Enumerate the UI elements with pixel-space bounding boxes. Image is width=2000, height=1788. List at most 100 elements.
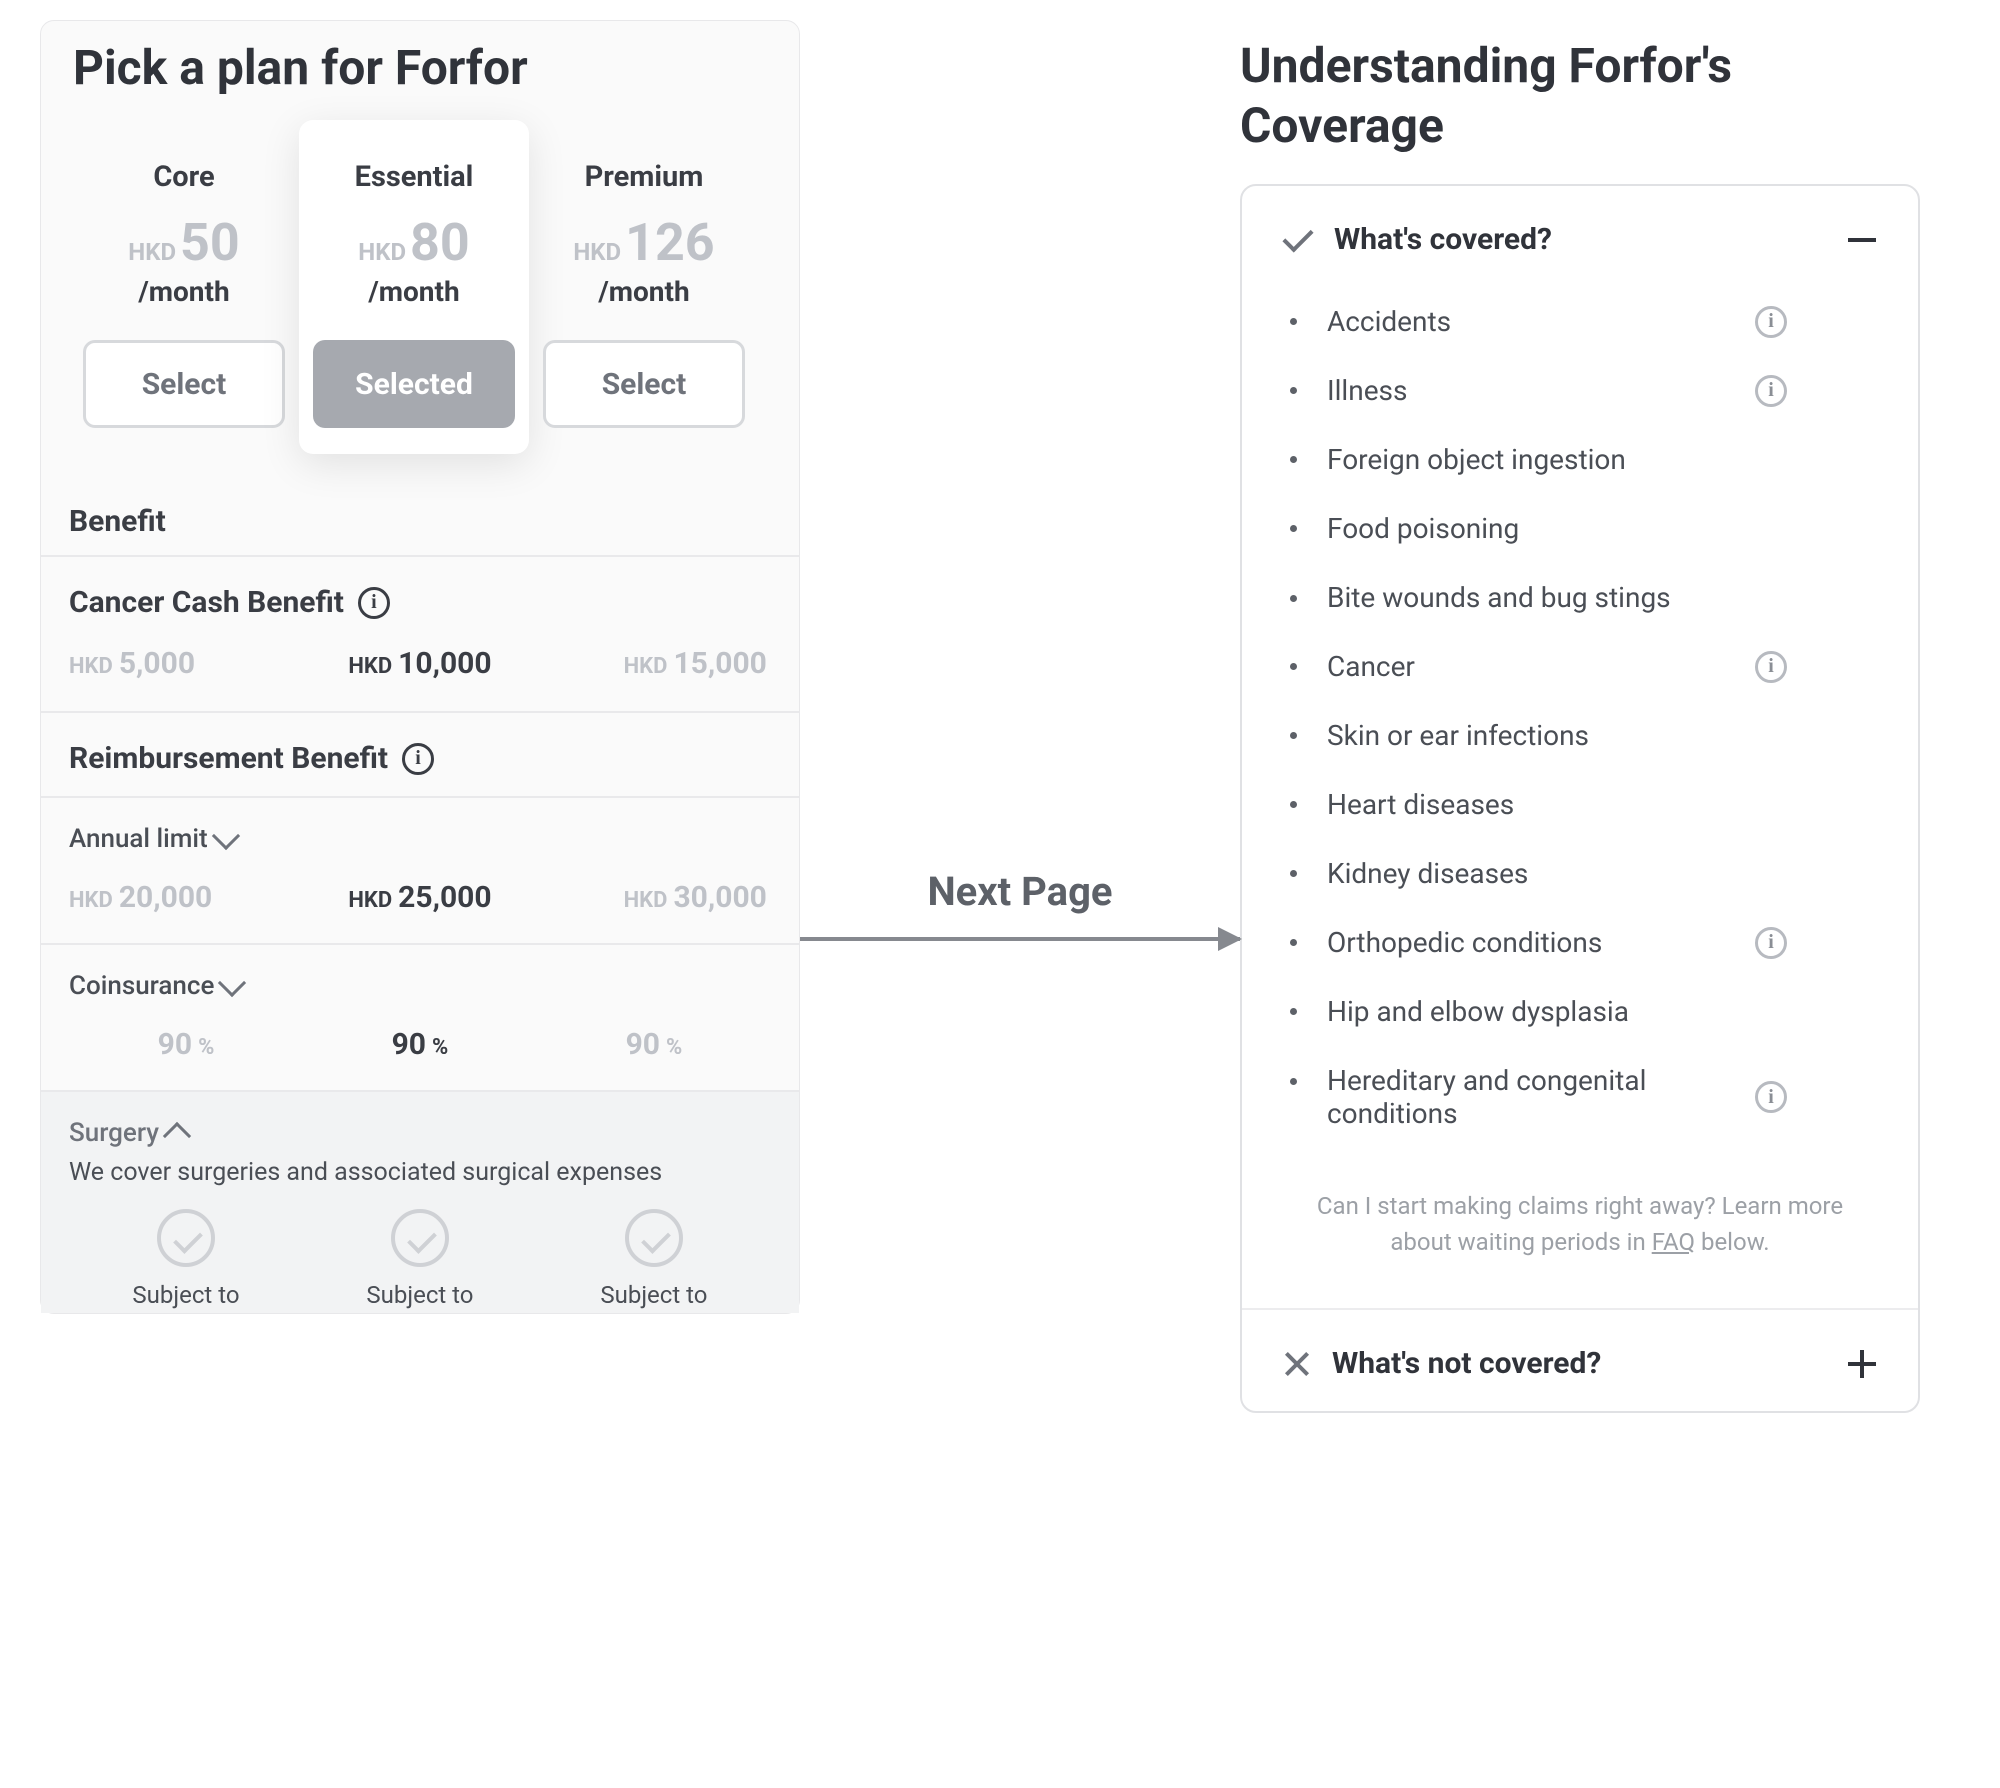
coverage-item-label: Skin or ear infections <box>1327 719 1747 752</box>
whats-covered-header[interactable]: What's covered? <box>1242 186 1918 287</box>
next-page-indicator: Next Page <box>800 20 1240 1788</box>
whats-not-covered-label: What's not covered? <box>1332 1346 1601 1381</box>
arrow-right-icon <box>800 937 1240 941</box>
plan-currency: HKD <box>128 238 176 266</box>
coverage-item-label: Hereditary and congenital conditions <box>1327 1064 1747 1130</box>
bullet-icon <box>1290 318 1297 325</box>
faq-note: Can I start making claims right away? Le… <box>1242 1160 1918 1308</box>
plan-panel: Pick a plan for Forfor Core HKD 50 /mont… <box>40 20 800 1314</box>
coverage-title: Understanding Forfor's Coverage <box>1240 36 1920 156</box>
info-icon[interactable]: i <box>1755 375 1787 407</box>
bullet-icon <box>1290 1078 1297 1085</box>
coverage-item-label: Illness <box>1327 374 1747 407</box>
chevron-down-icon <box>212 822 240 850</box>
coverage-item: Accidentsi <box>1290 287 1876 356</box>
bullet-icon <box>1290 663 1297 670</box>
annual-limit-block: Annual limit HKD20,000 HKD25,000 HKD30,0… <box>41 798 799 945</box>
reimbursement-block: Reimbursement Benefit i <box>41 713 799 798</box>
plan-period: /month <box>543 275 745 308</box>
plan-card-core: Core HKD 50 /month Select <box>69 126 299 448</box>
page-title: Pick a plan for Forfor <box>73 39 799 96</box>
cancer-value-premium: HKD15,000 <box>537 646 771 681</box>
select-button-core[interactable]: Select <box>83 340 285 428</box>
info-icon[interactable]: i <box>358 587 390 619</box>
coverage-item-label: Bite wounds and bug stings <box>1327 581 1747 614</box>
coverage-item-label: Heart diseases <box>1327 788 1747 821</box>
coverage-item: Skin or ear infections <box>1290 701 1876 770</box>
coverage-item: Canceri <box>1290 632 1876 701</box>
plan-period: /month <box>313 275 515 308</box>
info-icon[interactable]: i <box>402 743 434 775</box>
annual-limit-toggle[interactable]: Annual limit <box>69 824 771 854</box>
plan-currency: HKD <box>573 238 621 266</box>
expand-icon <box>1848 1350 1876 1378</box>
chevron-down-icon <box>218 969 246 997</box>
bullet-icon <box>1290 801 1297 808</box>
surgery-cell-premium: Subject to <box>537 1209 771 1309</box>
coinsurance-toggle[interactable]: Coinsurance <box>69 971 771 1001</box>
bullet-icon <box>1290 525 1297 532</box>
coverage-item: Food poisoning <box>1290 494 1876 563</box>
check-circle-icon <box>157 1209 215 1267</box>
annual-values: HKD20,000 HKD25,000 HKD30,000 <box>69 880 771 925</box>
coverage-card: What's covered? AccidentsiIllnessiForeig… <box>1240 184 1920 1413</box>
subject-label: Subject to <box>303 1281 537 1309</box>
surgery-checks: Subject to Subject to Subject to <box>69 1209 771 1309</box>
coverage-item-label: Kidney diseases <box>1327 857 1747 890</box>
plan-name: Premium <box>543 160 745 194</box>
check-circle-icon <box>625 1209 683 1267</box>
coins-value-premium: 90% <box>537 1027 771 1062</box>
annual-value-premium: HKD30,000 <box>537 880 771 915</box>
info-icon[interactable]: i <box>1755 1081 1787 1113</box>
plan-period: /month <box>83 275 285 308</box>
bullet-icon <box>1290 732 1297 739</box>
check-icon <box>1282 221 1313 252</box>
coinsurance-block: Coinsurance 90% 90% 90% <box>41 945 799 1092</box>
plan-price: HKD 50 <box>83 212 285 273</box>
coverage-item: Hereditary and congenital conditionsi <box>1290 1046 1876 1148</box>
plan-price: HKD 80 <box>313 212 515 273</box>
coverage-list: AccidentsiIllnessiForeign object ingesti… <box>1242 287 1918 1160</box>
check-circle-icon <box>391 1209 449 1267</box>
coins-value-core: 90% <box>69 1027 303 1062</box>
selected-button-essential[interactable]: Selected <box>313 340 515 428</box>
coins-value-essential: 90% <box>303 1027 537 1062</box>
faq-link[interactable]: FAQ <box>1652 1228 1695 1256</box>
coverage-item: Foreign object ingestion <box>1290 425 1876 494</box>
bullet-icon <box>1290 387 1297 394</box>
subject-label: Subject to <box>69 1281 303 1309</box>
info-icon[interactable]: i <box>1755 306 1787 338</box>
whats-not-covered-header[interactable]: What's not covered? <box>1242 1310 1918 1411</box>
surgery-toggle[interactable]: Surgery <box>69 1118 771 1148</box>
plan-amount: 50 <box>180 212 240 273</box>
plan-amount: 126 <box>625 212 715 273</box>
coverage-item-label: Cancer <box>1327 650 1747 683</box>
select-button-premium[interactable]: Select <box>543 340 745 428</box>
info-icon[interactable]: i <box>1755 927 1787 959</box>
annual-value-core: HKD20,000 <box>69 880 303 915</box>
coverage-item: Illnessi <box>1290 356 1876 425</box>
coverage-item-label: Foreign object ingestion <box>1327 443 1747 476</box>
coverage-item: Bite wounds and bug stings <box>1290 563 1876 632</box>
plan-name: Essential <box>313 160 515 194</box>
plan-price: HKD 126 <box>543 212 745 273</box>
bullet-icon <box>1290 456 1297 463</box>
coverage-item-label: Orthopedic conditions <box>1327 926 1747 959</box>
plan-card-essential: Essential HKD 80 /month Selected <box>299 120 529 454</box>
annual-value-essential: HKD25,000 <box>303 880 537 915</box>
cancer-title: Cancer Cash Benefit <box>69 585 344 620</box>
plan-card-premium: Premium HKD 126 /month Select <box>529 126 759 448</box>
benefit-heading: Benefit <box>41 448 799 557</box>
cancer-value-core: HKD5,000 <box>69 646 303 681</box>
surgery-block: Surgery We cover surgeries and associate… <box>41 1092 799 1313</box>
bullet-icon <box>1290 595 1297 602</box>
subject-label: Subject to <box>537 1281 771 1309</box>
coins-values: 90% 90% 90% <box>69 1027 771 1072</box>
surgery-label: Surgery <box>69 1118 159 1148</box>
whats-covered-label: What's covered? <box>1334 222 1552 257</box>
surgery-desc: We cover surgeries and associated surgic… <box>69 1158 709 1187</box>
plan-name: Core <box>83 160 285 194</box>
coverage-item: Orthopedic conditionsi <box>1290 908 1876 977</box>
info-icon[interactable]: i <box>1755 651 1787 683</box>
surgery-cell-essential: Subject to <box>303 1209 537 1309</box>
